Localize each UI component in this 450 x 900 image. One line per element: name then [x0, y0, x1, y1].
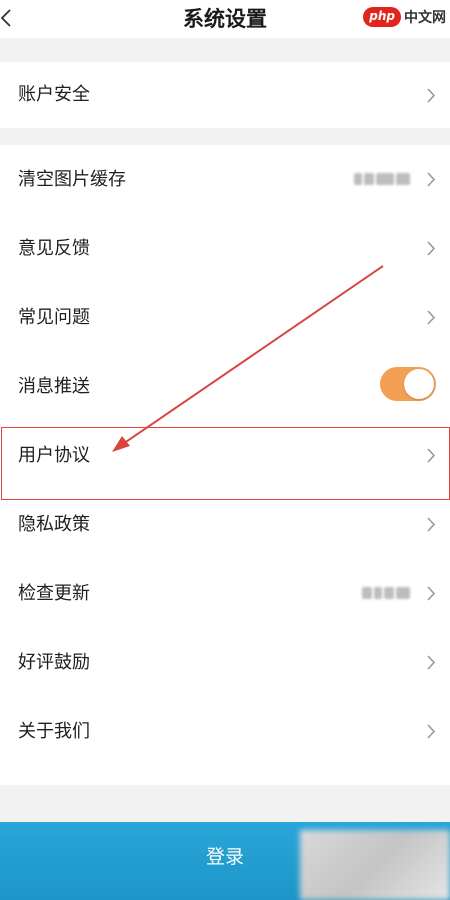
- settings-group-account: 账户安全: [0, 62, 450, 128]
- settings-item-label: 常见问题: [18, 307, 90, 328]
- settings-item-label: 消息推送: [18, 376, 90, 397]
- chevron-right-icon: [427, 517, 436, 532]
- push-notification-toggle[interactable]: [380, 367, 436, 401]
- version-value: [362, 585, 410, 601]
- settings-group-general: 清空图片缓存 意见反馈 常见问题 消息推送 用户协议 隐私政策 检查更新 好评鼓…: [0, 145, 450, 785]
- chevron-right-icon: [427, 586, 436, 601]
- header-bar: 系统设置 php 中文网: [0, 0, 450, 38]
- settings-item-label: 关于我们: [18, 721, 90, 742]
- settings-item-label: 意见反馈: [18, 238, 90, 259]
- settings-item-clear-cache[interactable]: 清空图片缓存: [0, 145, 450, 214]
- settings-item-account-security[interactable]: 账户安全: [0, 62, 450, 128]
- watermark: php 中文网: [363, 6, 446, 28]
- settings-item-label: 清空图片缓存: [18, 169, 126, 190]
- settings-item-label: 检查更新: [18, 583, 90, 604]
- login-button[interactable]: 登录: [0, 822, 450, 900]
- chevron-right-icon: [427, 310, 436, 325]
- watermark-text: 中文网: [404, 10, 446, 26]
- chevron-right-icon: [427, 88, 436, 103]
- settings-item-privacy-policy[interactable]: 隐私政策: [0, 490, 450, 559]
- settings-item-faq[interactable]: 常见问题: [0, 283, 450, 352]
- settings-item-check-update[interactable]: 检查更新: [0, 559, 450, 628]
- chevron-right-icon: [427, 172, 436, 187]
- watermark-logo: php: [363, 7, 401, 27]
- chevron-right-icon: [427, 724, 436, 739]
- settings-item-label: 好评鼓励: [18, 652, 90, 673]
- blurred-overlay: [300, 830, 450, 900]
- settings-item-label: 用户协议: [18, 445, 90, 466]
- settings-item-about-us[interactable]: 关于我们: [0, 697, 450, 766]
- settings-item-label: 账户安全: [18, 84, 90, 105]
- chevron-right-icon: [427, 448, 436, 463]
- toggle-knob: [404, 369, 434, 399]
- settings-item-push-notifications: 消息推送: [0, 352, 450, 421]
- settings-item-feedback[interactable]: 意见反馈: [0, 214, 450, 283]
- settings-item-rate-app[interactable]: 好评鼓励: [0, 628, 450, 697]
- cache-size-value: [354, 171, 410, 187]
- chevron-right-icon: [427, 655, 436, 670]
- settings-item-label: 隐私政策: [18, 514, 90, 535]
- chevron-right-icon: [427, 241, 436, 256]
- settings-item-user-agreement[interactable]: 用户协议: [0, 421, 450, 490]
